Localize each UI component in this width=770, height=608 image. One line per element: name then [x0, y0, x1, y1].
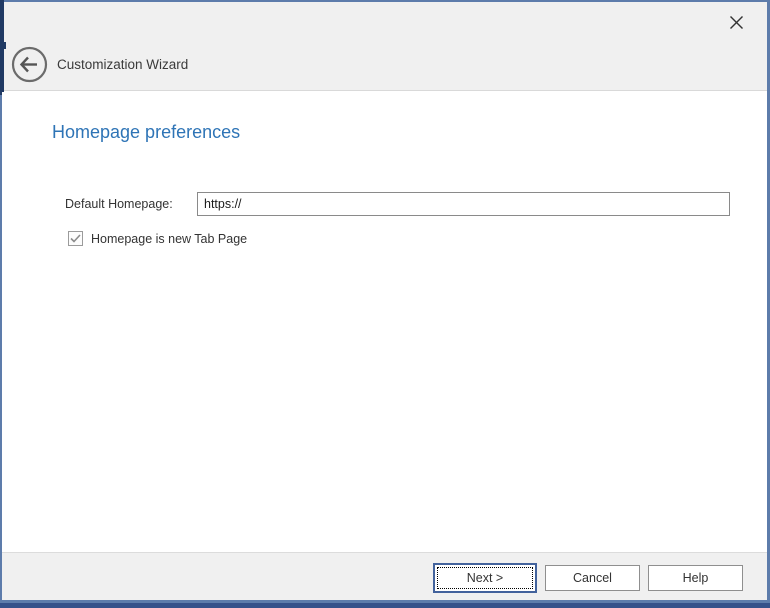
- homepage-field-label: Default Homepage:: [65, 197, 173, 211]
- close-button[interactable]: [721, 7, 751, 37]
- page-title: Homepage preferences: [52, 122, 240, 143]
- close-icon: [729, 15, 744, 30]
- new-tab-checkbox-row[interactable]: Homepage is new Tab Page: [68, 231, 247, 246]
- wizard-dialog: Customization Wizard Homepage preference…: [0, 0, 770, 608]
- wizard-title: Customization Wizard: [57, 55, 188, 75]
- back-arrow-icon: [11, 46, 48, 83]
- cancel-button[interactable]: Cancel: [545, 565, 640, 591]
- back-button[interactable]: [11, 46, 48, 83]
- window-border-bottom-dark: [0, 603, 770, 608]
- wizard-footer: Next > Cancel Help: [2, 552, 767, 600]
- background-window-edge-notch: [4, 42, 6, 49]
- new-tab-checkbox-label: Homepage is new Tab Page: [91, 232, 247, 246]
- wizard-page: Homepage preferences Default Homepage: H…: [2, 92, 767, 552]
- homepage-input[interactable]: [197, 192, 730, 216]
- footer-buttons: Next > Cancel Help: [433, 563, 743, 593]
- next-button[interactable]: Next >: [433, 563, 537, 593]
- check-icon: [70, 234, 81, 243]
- help-button[interactable]: Help: [648, 565, 743, 591]
- wizard-header: Customization Wizard: [2, 2, 767, 91]
- new-tab-checkbox[interactable]: [68, 231, 83, 246]
